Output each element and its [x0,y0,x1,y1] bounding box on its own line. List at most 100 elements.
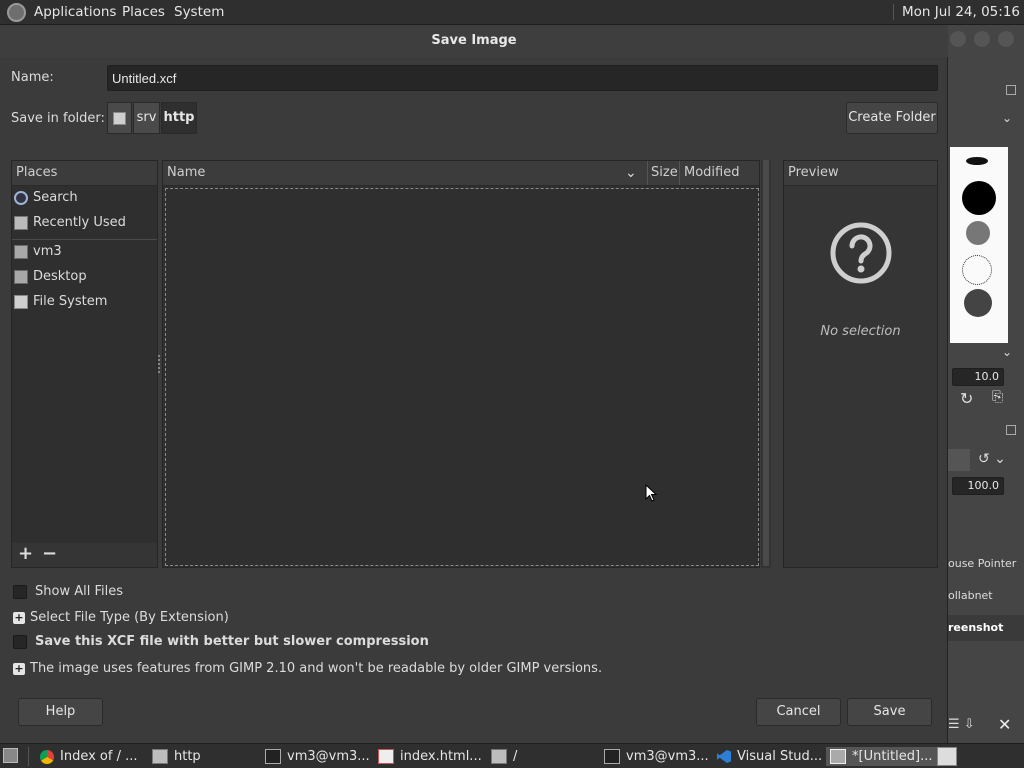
places-pane: Places Search Recently Used vm3 Desktop … [11,160,158,568]
places-menu[interactable]: Places [122,4,165,20]
task-vscode[interactable]: Visual Stud... [717,747,822,766]
add-bookmark-icon[interactable]: + [18,543,33,564]
column-size[interactable]: Size [651,161,678,185]
place-recently-used[interactable]: Recently Used [14,215,126,230]
expander-plus-icon[interactable]: + [13,611,25,624]
reset-icon[interactable]: ↻ [960,389,973,408]
show-all-files-option[interactable]: Show All Files [13,584,123,599]
task-root-folder[interactable]: / [491,747,517,766]
place-file-system[interactable]: File System [14,294,107,309]
compression-option[interactable]: Save this XCF file with better but slowe… [13,634,429,649]
task-gimp[interactable]: *[Untitled]... [826,747,938,766]
preview-header: Preview [784,161,937,186]
compat-note-label: The image uses features from GIMP 2.10 a… [30,661,603,676]
file-list[interactable] [165,188,759,566]
brush-icon[interactable] [964,289,992,317]
terminal-icon [265,749,281,764]
path-button-http[interactable]: http [161,102,197,134]
task-label: vm3@vm3... [287,749,370,764]
gimp-background-window: ⌄ ⌄ 10.0 ↻ ⎘ ↺ ⌄ 100.0 ouse Pointer olla… [948,25,1024,743]
system-menu[interactable]: System [174,4,224,20]
compression-checkbox[interactable] [13,634,27,649]
place-search[interactable]: Search [14,190,78,205]
place-desktop[interactable]: Desktop [14,269,87,284]
layer-tools-icon[interactable]: ☰ ⇩ [948,717,975,732]
show-desktop-icon[interactable] [3,748,18,763]
rotate-icon[interactable]: ↺ ⌄ [978,451,1006,467]
preview-pane: Preview No selection [783,160,938,568]
task-editor[interactable]: index.html... [378,747,482,766]
task-terminal-1[interactable]: vm3@vm3... [265,747,370,766]
brush-preview-grid[interactable] [950,147,1008,343]
task-http-folder[interactable]: http [152,747,201,766]
filename-input[interactable] [107,65,938,91]
menu-arrow-icon[interactable] [1006,425,1016,435]
task-label: Index of / ... [60,749,138,764]
select-file-type-expander[interactable]: + Select File Type (By Extension) [13,610,229,625]
brush-icon[interactable] [962,181,996,215]
spacing-input[interactable]: 10.0 [952,368,1004,386]
applications-menu[interactable]: Applications [34,4,116,20]
place-label: Recently Used [33,215,126,230]
layer-item[interactable]: ouse Pointer [948,557,1016,570]
chrome-icon [40,749,54,764]
mode-dropdown[interactable] [948,449,970,471]
path-root-button[interactable] [107,102,132,134]
column-name[interactable]: Name [167,161,205,185]
task-terminal-2[interactable]: vm3@vm3... [604,747,709,766]
place-vm3[interactable]: vm3 [14,244,62,259]
file-list-header: Name ⌄ Size Modified [163,161,759,186]
expander-plus-icon[interactable]: + [13,662,25,675]
drive-icon [14,294,28,309]
pane-resize-handle[interactable] [158,355,161,373]
window-button-icon[interactable] [974,31,990,47]
sort-chevron-down-icon[interactable]: ⌄ [625,161,637,185]
workspace-switcher[interactable] [937,747,957,766]
gimp-icon [830,749,846,764]
export-icon[interactable]: ⎘ [992,389,1003,405]
places-header: Places [12,161,157,186]
remove-bookmark-icon[interactable]: − [42,543,57,564]
help-button[interactable]: Help [18,698,103,726]
close-icon[interactable]: ✕ [998,715,1011,734]
scroll-down-icon[interactable]: ⌄ [1002,345,1012,359]
no-selection-text: No selection [820,324,901,339]
mint-logo-icon[interactable] [7,3,26,22]
menu-arrow-icon[interactable] [1006,85,1016,95]
create-folder-button[interactable]: Create Folder [846,102,938,134]
brush-icon[interactable] [966,157,988,165]
window-button-icon[interactable] [950,31,966,47]
clock[interactable]: Mon Jul 24, 05:16 [893,4,1020,20]
cancel-button[interactable]: Cancel [756,698,841,726]
opacity-input[interactable]: 100.0 [952,477,1004,495]
compat-note-expander[interactable]: + The image uses features from GIMP 2.10… [13,661,602,676]
layer-item[interactable]: reenshot [948,615,1024,641]
save-button[interactable]: Save [847,698,932,726]
top-panel: Applications Places System Mon Jul 24, 0… [0,0,1024,25]
column-divider [679,161,680,185]
save-image-dialog: Save Image Name: Save in folder: srv htt… [0,25,948,743]
window-button-icon[interactable] [998,31,1014,47]
dropdown-chevron-icon[interactable]: ⌄ [1002,111,1012,125]
dialog-title: Save Image [0,25,948,57]
search-icon [14,190,28,205]
folder-icon [491,749,507,764]
mouse-cursor-icon [645,483,658,502]
scrollbar-thumb[interactable] [763,160,769,566]
path-button-srv[interactable]: srv [133,102,160,134]
taskbar: Index of / ... http vm3@vm3... index.htm… [0,743,1024,768]
place-label: vm3 [33,244,62,259]
layers-list: ouse Pointer ollabnet reenshot [948,525,1024,645]
layer-item[interactable]: ollabnet [948,589,993,602]
save-in-folder-label: Save in folder: [11,111,105,126]
place-label: Search [33,190,78,205]
brush-icon[interactable] [966,221,990,245]
task-label: Visual Stud... [737,749,823,764]
show-all-files-checkbox[interactable] [13,584,27,599]
column-modified[interactable]: Modified [684,161,739,185]
task-label: vm3@vm3... [626,749,709,764]
task-chrome[interactable]: Index of / ... [40,747,138,766]
task-label: *[Untitled]... [852,749,933,764]
brush-icon[interactable] [962,255,992,285]
file-list-scrollbar[interactable] [761,160,771,568]
